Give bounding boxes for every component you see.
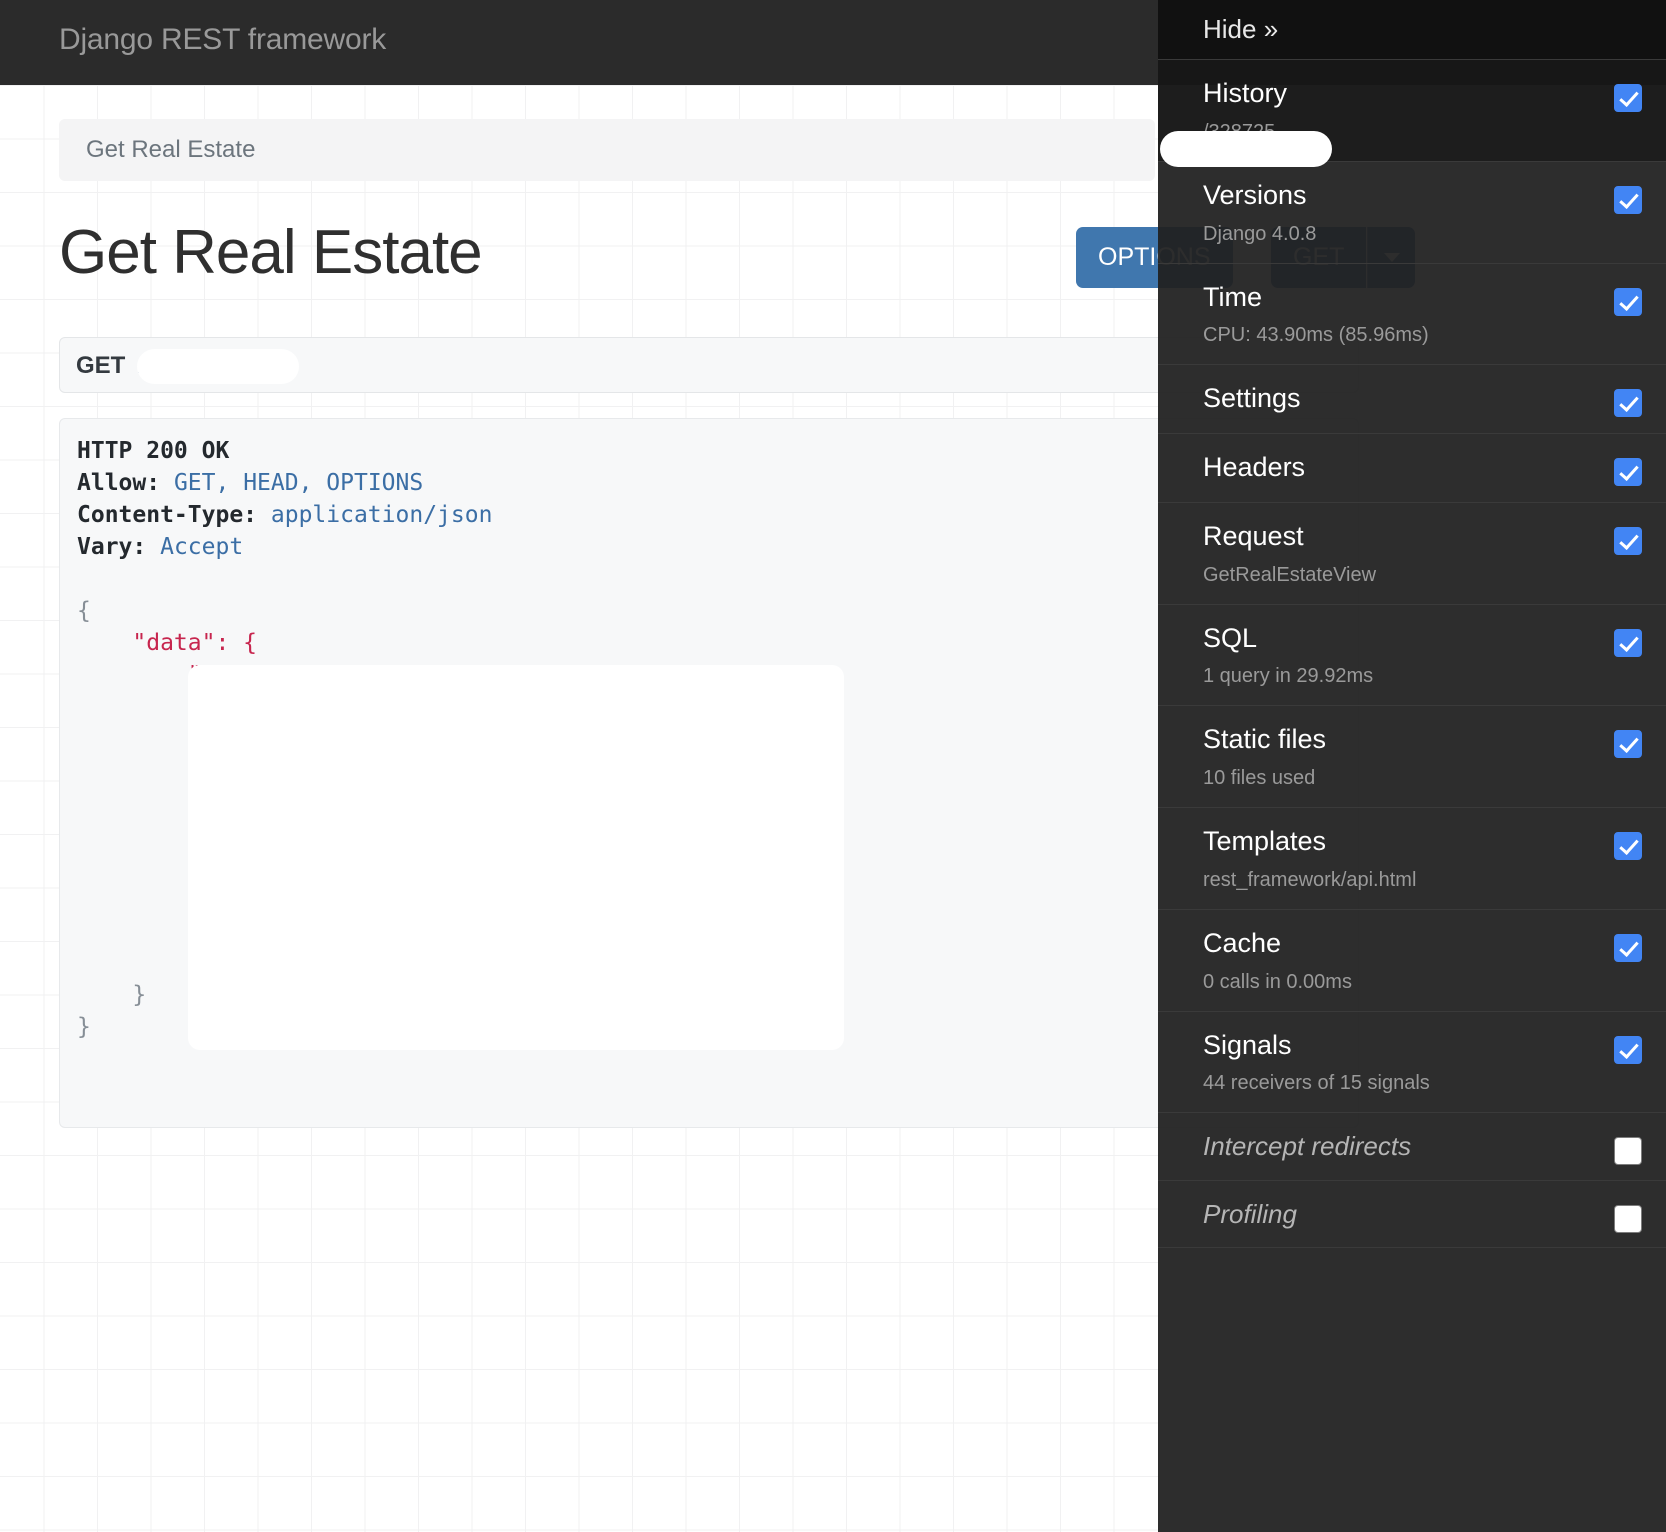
toolbar-panel-cache[interactable]: Cache 0 calls in 0.00ms	[1158, 910, 1666, 1012]
toolbar-checkbox-request[interactable]	[1614, 526, 1642, 555]
toolbar-checkbox-versions[interactable]	[1614, 185, 1642, 214]
breadcrumb-item-get-real-estate[interactable]: Get Real Estate	[86, 136, 255, 164]
request-method-label: GET	[76, 352, 126, 379]
response-body-line-3: }	[132, 982, 147, 1008]
response-body-line-0: {	[77, 598, 91, 624]
toolbar-panel-title: Cache	[1203, 927, 1282, 958]
toolbar-panel-title: History	[1203, 78, 1288, 108]
response-header-name-1: Content-Type:	[77, 502, 258, 528]
app-root: Django REST framework Get Real Estate Ge…	[0, 0, 1666, 1532]
toolbar-checkbox-profiling[interactable]	[1614, 1204, 1642, 1233]
toolbar-panel-title: Intercept redirects	[1203, 1131, 1412, 1162]
toolbar-panel-title: Static files	[1203, 724, 1327, 755]
toolbar-panel-intercept-redirects[interactable]: Intercept redirects	[1158, 1113, 1666, 1181]
toolbar-checkbox-settings[interactable]	[1614, 389, 1642, 418]
toolbar-panel-static-files[interactable]: Static files 10 files used	[1158, 706, 1666, 808]
response-header-value-2: Accept	[160, 534, 244, 560]
toolbar-checkbox-time[interactable]	[1614, 287, 1642, 316]
toolbar-panel-title: Request	[1203, 520, 1304, 551]
toolbar-checkbox-headers[interactable]	[1614, 458, 1642, 486]
django-debug-toolbar: Hide » History /328725 Versions Django 4…	[1158, 0, 1666, 1532]
toolbar-panel-headers[interactable]: Headers	[1158, 434, 1666, 503]
toolbar-panel-subtitle: CPU: 43.90ms (85.96ms)	[1203, 324, 1429, 347]
response-header-value-0: GET, HEAD, OPTIONS	[173, 470, 424, 496]
toolbar-panel-subtitle: 10 files used	[1203, 767, 1316, 789]
toolbar-hide-label: Hide »	[1203, 14, 1279, 44]
brand-link[interactable]: Django REST framework	[59, 23, 386, 57]
redaction-overlay-url	[137, 349, 299, 384]
toolbar-panel-subtitle: rest_framework/api.html	[1203, 868, 1417, 891]
toolbar-panel-versions[interactable]: Versions Django 4.0.8	[1158, 162, 1666, 264]
toolbar-panel-settings[interactable]: Settings	[1158, 365, 1666, 434]
response-header-name-2: Vary:	[77, 534, 147, 560]
response-header-name-0: Allow:	[77, 470, 161, 496]
toolbar-panel-title: Signals	[1203, 1029, 1292, 1060]
page-title: Get Real Estate	[59, 218, 483, 287]
toolbar-checkbox-cache[interactable]	[1614, 933, 1642, 962]
toolbar-panel-title: Versions	[1203, 179, 1307, 210]
toolbar-panel-templates[interactable]: Templates rest_framework/api.html	[1158, 808, 1666, 910]
toolbar-panel-subtitle: Django 4.0.8	[1203, 222, 1317, 245]
toolbar-checkbox-static-files[interactable]	[1614, 730, 1642, 759]
toolbar-checkbox-history[interactable]	[1614, 84, 1642, 112]
toolbar-panel-request[interactable]: Request GetRealEstateView	[1158, 503, 1666, 605]
breadcrumb: Get Real Estate	[59, 119, 1155, 181]
toolbar-checkbox-signals[interactable]	[1614, 1035, 1642, 1064]
toolbar-panel-subtitle: 1 query in 29.92ms	[1203, 665, 1374, 688]
toolbar-panel-title: Settings	[1203, 383, 1301, 414]
toolbar-panel-title: SQL	[1203, 622, 1258, 653]
toolbar-panel-title: Time	[1203, 281, 1262, 312]
toolbar-checkbox-templates[interactable]	[1614, 832, 1642, 860]
toolbar-panel-subtitle: 44 receivers of 15 signals	[1203, 1072, 1430, 1095]
response-header-value-1: application/json	[270, 502, 493, 528]
toolbar-panel-profiling[interactable]: Profiling	[1158, 1181, 1666, 1249]
toolbar-panel-title: Profiling	[1203, 1198, 1297, 1229]
toolbar-panel-title: Headers	[1203, 452, 1306, 482]
toolbar-panel-subtitle: 0 calls in 0.00ms	[1203, 970, 1352, 993]
toolbar-panel-title: Templates	[1203, 826, 1327, 856]
toolbar-checkbox-sql[interactable]	[1614, 628, 1642, 657]
toolbar-panel-signals[interactable]: Signals 44 receivers of 15 signals	[1158, 1012, 1666, 1114]
response-body-line-1: "data": {	[132, 630, 258, 656]
response-status-line: HTTP 200 OK	[77, 438, 230, 464]
toolbar-panel-sql[interactable]: SQL 1 query in 29.92ms	[1158, 605, 1666, 707]
response-body-line-4: }	[77, 1014, 91, 1040]
toolbar-hide-button[interactable]: Hide »	[1158, 0, 1666, 60]
toolbar-panel-time[interactable]: Time CPU: 43.90ms (85.96ms)	[1158, 264, 1666, 366]
redaction-overlay-json-body	[188, 665, 844, 1050]
toolbar-checkbox-intercept-redirects[interactable]	[1614, 1137, 1642, 1166]
toolbar-panel-subtitle: GetRealEstateView	[1203, 563, 1377, 586]
redaction-overlay-toolbar-url	[1160, 131, 1332, 167]
